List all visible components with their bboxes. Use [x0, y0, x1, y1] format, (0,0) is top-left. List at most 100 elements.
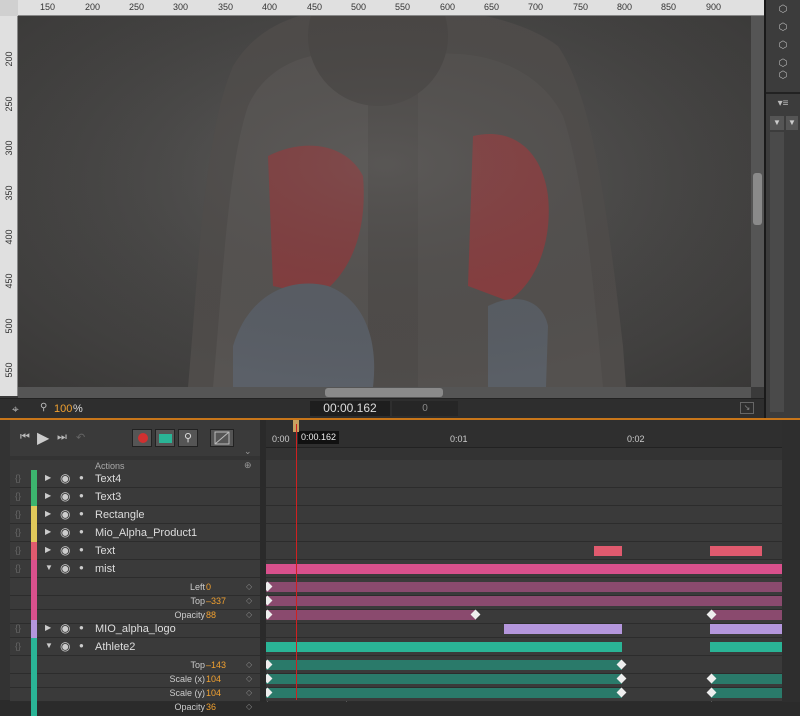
animation-bar[interactable]: [266, 660, 622, 670]
layer-lock-icon[interactable]: {}: [15, 527, 21, 537]
layer-name[interactable]: Mio_Alpha_Product1: [95, 527, 197, 539]
animation-bar[interactable]: [711, 610, 782, 620]
layer-name[interactable]: Text3: [95, 491, 121, 503]
layer-row[interactable]: {} ▶ ◉ ● MIO_alpha_logo: [10, 620, 260, 638]
property-value[interactable]: –337: [206, 596, 226, 606]
visibility-eye-icon[interactable]: ◉: [60, 621, 70, 635]
zoom-value[interactable]: 100: [54, 403, 72, 415]
layer-name[interactable]: Text: [95, 545, 115, 557]
easing-button[interactable]: [210, 429, 234, 447]
expand-arrow-icon[interactable]: ▶: [45, 473, 51, 482]
layer-name[interactable]: Athlete2: [95, 641, 135, 653]
layer-row[interactable]: {}▶◉●Text4: [10, 470, 260, 488]
vertical-scrollbar[interactable]: [751, 16, 764, 387]
layer-dot-icon[interactable]: ●: [79, 545, 84, 554]
layer-name[interactable]: MIO_alpha_logo: [95, 623, 176, 635]
collapse-arrow-icon[interactable]: ▼: [45, 641, 53, 650]
animation-bar[interactable]: [266, 642, 622, 652]
layer-dot-icon[interactable]: ●: [79, 641, 84, 650]
visibility-eye-icon[interactable]: ◉: [60, 471, 70, 485]
hex-icon[interactable]: ⬡: [772, 22, 794, 36]
crosshair-icon[interactable]: ⌖: [12, 402, 19, 417]
property-value[interactable]: 36: [206, 702, 216, 712]
loop-icon[interactable]: ↶: [76, 431, 85, 444]
animation-bar[interactable]: [266, 674, 622, 684]
visibility-eye-icon[interactable]: ◉: [60, 639, 70, 653]
keyframe-toggle-icon[interactable]: ◇: [246, 596, 252, 605]
frame-display[interactable]: 0: [392, 401, 458, 416]
timecode-display[interactable]: 00:00.162: [310, 401, 390, 416]
animation-bar[interactable]: [266, 564, 782, 574]
expand-arrow-icon[interactable]: ▶: [45, 491, 51, 500]
layer-dot-icon[interactable]: ●: [79, 623, 84, 632]
pin-button[interactable]: ⚲: [178, 429, 198, 447]
hex-icon[interactable]: ⬡: [772, 40, 794, 54]
track-area[interactable]: [266, 460, 782, 702]
expand-arrow-icon[interactable]: ▶: [45, 623, 51, 632]
layer-row[interactable]: {} ▶ ◉ ● Text: [10, 542, 260, 560]
expand-arrow-icon[interactable]: ▶: [45, 545, 51, 554]
keyframe-toggle-icon[interactable]: ◇: [246, 582, 252, 591]
panel-menu-icon[interactable]: ▾≡: [772, 98, 794, 112]
property-value[interactable]: 88: [206, 610, 216, 620]
horizontal-scrollbar[interactable]: [18, 387, 751, 398]
layer-row[interactable]: {}▼◉●mist: [10, 560, 260, 578]
current-time-badge[interactable]: 0:00.162: [298, 431, 339, 444]
layer-lock-icon[interactable]: {}: [15, 545, 21, 555]
visibility-eye-icon[interactable]: ◉: [60, 543, 70, 557]
playhead-line[interactable]: [296, 424, 297, 700]
layer-lock-icon[interactable]: {}: [15, 623, 21, 633]
layer-row[interactable]: {}▶◉●Text3: [10, 488, 260, 506]
animation-bar[interactable]: [266, 582, 782, 592]
expand-arrow-icon[interactable]: ▶: [45, 509, 51, 518]
horizontal-scroll-thumb[interactable]: [325, 388, 443, 397]
property-value[interactable]: 104: [206, 674, 221, 684]
timeline-scrollbar[interactable]: [782, 420, 800, 702]
property-value[interactable]: 104: [206, 688, 221, 698]
animation-bar[interactable]: [266, 610, 476, 620]
layer-row[interactable]: {} ▼ ◉ ● Athlete2: [10, 638, 260, 656]
timeline-ruler[interactable]: 0:00 0:01 0:02 0:00.162: [266, 420, 782, 448]
property-value[interactable]: –143: [206, 660, 226, 670]
visibility-eye-icon[interactable]: ◉: [60, 561, 70, 575]
keyframe-toggle-icon[interactable]: ◇: [246, 610, 252, 619]
hex-icon[interactable]: ⬡: [772, 70, 794, 84]
layer-dot-icon[interactable]: ●: [79, 491, 84, 500]
animation-bar[interactable]: [711, 674, 782, 684]
zoom-icon[interactable]: ⚲: [40, 402, 47, 413]
animation-bar[interactable]: [710, 642, 782, 652]
layer-dot-icon[interactable]: ●: [79, 527, 84, 536]
layer-name[interactable]: Text4: [95, 473, 121, 485]
hex-icon[interactable]: ⬡: [772, 4, 794, 18]
animation-bar[interactable]: [504, 624, 622, 634]
keyframe-toggle-icon[interactable]: ◇: [246, 660, 252, 669]
go-to-start-icon[interactable]: ⏮: [20, 431, 30, 444]
animation-bar[interactable]: [266, 688, 622, 698]
keyframe-toggle-icon[interactable]: ◇: [246, 688, 252, 697]
layer-lock-icon[interactable]: {}: [15, 641, 21, 651]
play-icon[interactable]: ▶: [37, 428, 49, 448]
stage-canvas[interactable]: [18, 16, 751, 387]
auto-keyframe-button[interactable]: [132, 429, 152, 447]
visibility-eye-icon[interactable]: ◉: [60, 507, 70, 521]
layer-row[interactable]: {} ▶ ◉ ● Rectangle: [10, 506, 260, 524]
layer-dot-icon[interactable]: ●: [79, 473, 84, 482]
go-to-end-icon[interactable]: ⏭: [57, 431, 67, 444]
animation-bar[interactable]: [594, 546, 622, 556]
keyframe-toggle-icon[interactable]: ◇: [246, 674, 252, 683]
collapse-arrow-icon[interactable]: ▼: [45, 563, 53, 572]
panel-collapse-icon[interactable]: ▼: [770, 116, 784, 130]
expand-arrow-icon[interactable]: ⌄: [244, 446, 252, 457]
layer-name[interactable]: Rectangle: [95, 509, 145, 521]
vertical-scroll-thumb[interactable]: [753, 173, 762, 225]
panel-expand-icon[interactable]: ▼: [786, 116, 798, 130]
visibility-eye-icon[interactable]: ◉: [60, 489, 70, 503]
panel-scrollbar[interactable]: [770, 132, 784, 412]
animation-bar[interactable]: [266, 596, 782, 606]
layer-lock-icon[interactable]: {}: [15, 509, 21, 519]
fullscreen-icon[interactable]: ↘: [740, 402, 754, 414]
animation-bar[interactable]: [711, 688, 782, 698]
auto-transition-button[interactable]: [155, 429, 175, 447]
animation-bar[interactable]: [710, 624, 782, 634]
layer-dot-icon[interactable]: ●: [79, 509, 84, 518]
